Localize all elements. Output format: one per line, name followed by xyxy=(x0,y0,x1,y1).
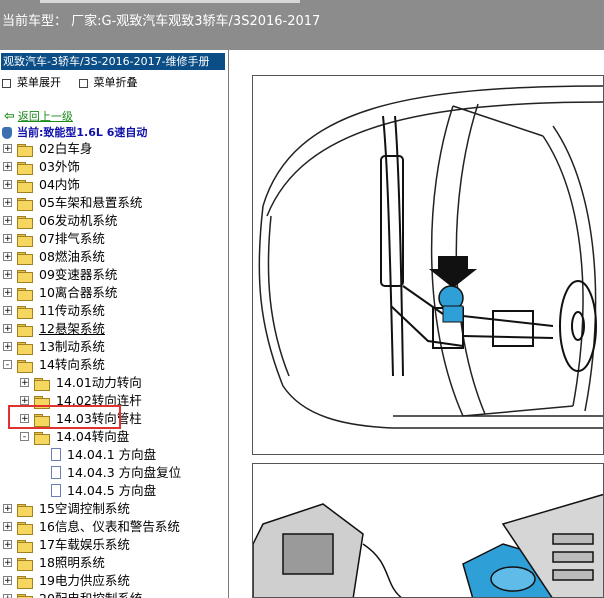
folder-icon xyxy=(17,504,33,517)
location-pin-icon xyxy=(2,127,12,139)
folder-icon xyxy=(17,252,33,265)
highlight-box xyxy=(8,405,121,429)
folder-icon xyxy=(17,288,33,301)
expand-node-icon[interactable]: + xyxy=(3,162,12,172)
document-icon xyxy=(51,466,61,479)
folder-icon xyxy=(17,522,33,535)
expand-node-icon[interactable]: + xyxy=(20,378,29,388)
expand-node-icon[interactable]: + xyxy=(3,216,12,226)
expand-node-icon[interactable]: + xyxy=(3,324,12,334)
expand-node-icon[interactable]: + xyxy=(3,270,12,280)
collapse-menu-button[interactable]: 菜单折叠 xyxy=(94,76,138,89)
tree-item-label[interactable]: 14.04.5 方向盘 xyxy=(67,482,156,500)
diagram-panel-top xyxy=(252,75,604,455)
tree-item-label[interactable]: 10离合器系统 xyxy=(39,284,117,302)
expand-node-icon[interactable]: + xyxy=(3,306,12,316)
title-bar: 当前车型： 厂家:G-观致汽车观致3轿车/3S2016-2017 xyxy=(0,0,604,50)
current-model-label: 当前:致能型1.6L 6速自动 xyxy=(17,126,148,139)
diagram-panel-bottom xyxy=(252,463,604,598)
tree-item-label[interactable]: 14转向系统 xyxy=(39,356,105,374)
folder-icon xyxy=(17,324,33,337)
expand-node-icon[interactable]: + xyxy=(3,522,12,532)
arrow-indicator xyxy=(429,256,477,288)
manual-header: 观致汽车-3轿车/3S-2016-2017-维修手册 xyxy=(1,53,225,70)
expand-node-icon[interactable]: + xyxy=(20,396,29,406)
tree-item-label[interactable]: 18照明系统 xyxy=(39,554,105,572)
tree-item-label[interactable]: 14.01动力转向 xyxy=(56,374,142,392)
folder-icon xyxy=(17,594,33,598)
folder-icon xyxy=(17,360,33,373)
folder-icon xyxy=(17,216,33,229)
expand-node-icon[interactable]: + xyxy=(3,144,12,154)
expand-node-icon[interactable]: + xyxy=(3,198,12,208)
expand-node-icon[interactable]: + xyxy=(3,594,12,598)
tree-item-label[interactable]: 14.04.1 方向盘 xyxy=(67,446,156,464)
tree-item-label[interactable]: 06发动机系统 xyxy=(39,212,117,230)
folder-icon xyxy=(17,180,33,193)
tree-item-label[interactable]: 08燃油系统 xyxy=(39,248,105,266)
folder-icon xyxy=(17,576,33,589)
collapse-node-icon[interactable]: - xyxy=(3,360,12,370)
folder-icon xyxy=(34,378,50,391)
steering-component-detail xyxy=(253,493,603,597)
tree-item-label[interactable]: 11传动系统 xyxy=(39,302,105,320)
folder-icon xyxy=(17,198,33,211)
folder-icon xyxy=(17,342,33,355)
vehicle-title: 当前车型： 厂家:G-观致汽车观致3轿车/3S2016-2017 xyxy=(2,14,321,29)
tree-item-label[interactable]: 19电力供应系统 xyxy=(39,572,130,590)
folder-icon xyxy=(17,144,33,157)
folder-icon xyxy=(17,162,33,175)
tree-item-label[interactable]: 05车架和悬置系统 xyxy=(39,194,142,212)
collapse-menu-icon[interactable] xyxy=(78,78,88,88)
tree-item-label[interactable]: 14.04.3 方向盘复位 xyxy=(67,464,181,482)
expand-node-icon[interactable]: + xyxy=(3,234,12,244)
expand-node-icon[interactable]: + xyxy=(3,576,12,586)
expand-menu-button[interactable]: 菜单展开 xyxy=(17,76,61,89)
expand-node-icon[interactable]: + xyxy=(3,342,12,352)
tree-item-label[interactable]: 02白车身 xyxy=(39,140,92,158)
folder-icon xyxy=(17,558,33,571)
folder-icon xyxy=(17,540,33,553)
tree-item-label[interactable]: 17车载娱乐系统 xyxy=(39,536,130,554)
tree-item-label[interactable]: 13制动系统 xyxy=(39,338,105,356)
tree-item-label[interactable]: 14.04转向盘 xyxy=(56,428,129,446)
tree-item-label[interactable]: 07排气系统 xyxy=(39,230,105,248)
folder-icon xyxy=(34,432,50,445)
document-icon xyxy=(51,448,61,461)
tree-item-label[interactable]: 03外饰 xyxy=(39,158,80,176)
expand-node-icon[interactable]: + xyxy=(3,504,12,514)
tree-item-label[interactable]: 16信息、仪表和警告系统 xyxy=(39,518,180,536)
folder-icon xyxy=(17,270,33,283)
collapse-node-icon[interactable]: - xyxy=(20,432,29,442)
folder-icon xyxy=(17,306,33,319)
tree-item-label[interactable]: 09变速器系统 xyxy=(39,266,117,284)
expand-node-icon[interactable]: + xyxy=(3,252,12,262)
current-model: 当前:致能型1.6L 6速自动 xyxy=(2,124,147,140)
folder-icon xyxy=(17,234,33,247)
expand-node-icon[interactable]: + xyxy=(3,288,12,298)
tree-item-label[interactable]: 20配电和控制系统 xyxy=(39,590,142,598)
back-link-label[interactable]: 返回上一级 xyxy=(18,110,73,123)
document-icon xyxy=(51,484,61,497)
manual-tree-panel[interactable]: 观致汽车-3轿车/3S-2016-2017-维修手册 菜单展开 菜单折叠 ⇦ 返回… xyxy=(0,50,229,598)
expand-menu-icon[interactable] xyxy=(2,78,11,88)
back-link[interactable]: ⇦ 返回上一级 xyxy=(4,108,73,124)
tree-item-label[interactable]: 12悬架系统 xyxy=(39,320,105,338)
steering-top-view-diagram xyxy=(258,85,603,429)
tree-item-label[interactable]: 04内饰 xyxy=(39,176,80,194)
content-area xyxy=(229,50,604,598)
back-arrow-icon[interactable]: ⇦ xyxy=(4,109,15,124)
tab-strip xyxy=(40,0,300,3)
expand-node-icon[interactable]: + xyxy=(3,180,12,190)
expand-node-icon[interactable]: + xyxy=(3,558,12,568)
menu-controls: 菜单展开 菜单折叠 xyxy=(2,74,152,90)
tree-item-label[interactable]: 15空调控制系统 xyxy=(39,500,130,518)
expand-node-icon[interactable]: + xyxy=(3,540,12,550)
